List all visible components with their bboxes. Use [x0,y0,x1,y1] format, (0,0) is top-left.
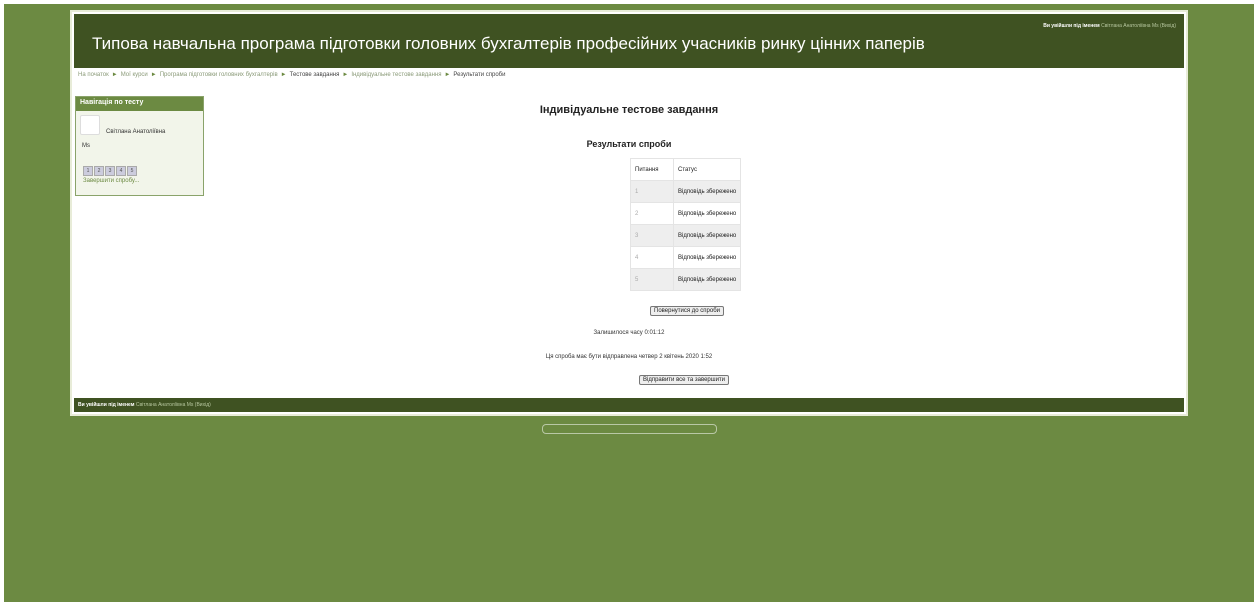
table-row: 3 Відповідь збережено [630,224,742,247]
column-header-question: Питання [630,158,674,181]
login-prefix: Ви увійшли під іменем [1043,23,1100,29]
table-row: 4 Відповідь збережено [630,246,742,269]
question-number-link[interactable]: 5 [630,268,674,291]
course-title: Типова навчальна програма підготовки гол… [92,34,925,53]
question-number-link[interactable]: 3 [630,224,674,247]
question-number-link[interactable]: 2 [630,202,674,225]
question-status: Відповідь збережено [672,268,742,291]
breadcrumb-quiz[interactable]: Індивідуальне тестове завдання [351,72,441,78]
table-row: 2 Відповідь збережено [630,202,742,225]
submit-all-and-finish-button[interactable]: Відправити все та завершити [639,375,730,385]
login-info: Ви увійшли під іменем Світлана Анатоліїв… [1043,23,1176,29]
question-status: Відповідь збережено [672,180,742,203]
summary-heading: Результати спроби [586,139,672,149]
question-button-4[interactable]: 4 [116,166,126,176]
login-user-link[interactable]: Світлана Анатоліївна Ms (Вихід) [1101,23,1176,29]
table-header-row: Питання Статус [630,158,742,181]
question-status: Відповідь збережено [672,224,742,247]
breadcrumb-separator: ► [150,72,157,78]
auto-submit-notice: Ця спроба має бути відправлена четвер 2 … [545,354,713,360]
footer-login-prefix: Ви увійшли під іменем [78,402,135,408]
return-to-attempt-button[interactable]: Повернутися до спроби [650,306,724,316]
breadcrumb-my-courses[interactable]: Мої курси [121,72,148,78]
nav-user-name: Світлана Анатоліївна [106,129,166,135]
breadcrumb-separator: ► [280,72,287,78]
breadcrumb-current: Результати спроби [453,72,506,78]
page-title: Індивідуальне тестове завдання [539,104,719,116]
site-header: Типова навчальна програма підготовки гол… [74,14,1184,68]
question-button-2[interactable]: 2 [94,166,104,176]
breadcrumb-home[interactable]: На початок [78,72,109,78]
breadcrumb: На початок ► Мої курси ► Програма підготовки… [78,72,505,78]
question-button-3[interactable]: 3 [105,166,115,176]
footer-login-user-link[interactable]: Світлана Анатоліївна Ms (Вихід) [136,402,211,408]
column-header-status: Статус [672,158,742,181]
question-buttons: 12345 [83,159,138,177]
table-row: 5 Відповідь збережено [630,268,742,291]
breadcrumb-tests[interactable]: Тестове завдання [290,72,340,78]
breadcrumb-separator: ► [111,72,118,78]
breadcrumb-course[interactable]: Програма підготовки головних бухгалтерів [160,72,278,78]
table-row: 1 Відповідь збережено [630,180,742,203]
page-container: Типова навчальна програма підготовки гол… [70,10,1188,416]
time-left: Залишилося часу 0:01:12 [593,330,665,336]
breadcrumb-separator: ► [342,72,349,78]
question-button-5[interactable]: 5 [127,166,137,176]
question-button-1[interactable]: 1 [83,166,93,176]
breadcrumb-separator: ► [444,72,451,78]
question-status: Відповідь збережено [672,246,742,269]
avatar [80,115,100,135]
question-number-link[interactable]: 1 [630,180,674,203]
footer-login-info: Ви увійшли під іменем Світлана Анатоліїв… [78,402,211,408]
summary-table: Питання Статус 1 Відповідь збережено 2 В… [630,158,742,291]
question-number-link[interactable]: 4 [630,246,674,269]
site-footer: Ви увійшли під іменем Світлана Анатоліїв… [74,398,1184,412]
question-status: Відповідь збережено [672,202,742,225]
footer-pill [542,424,717,434]
finish-attempt-link[interactable]: Завершити спробу... [83,178,139,184]
